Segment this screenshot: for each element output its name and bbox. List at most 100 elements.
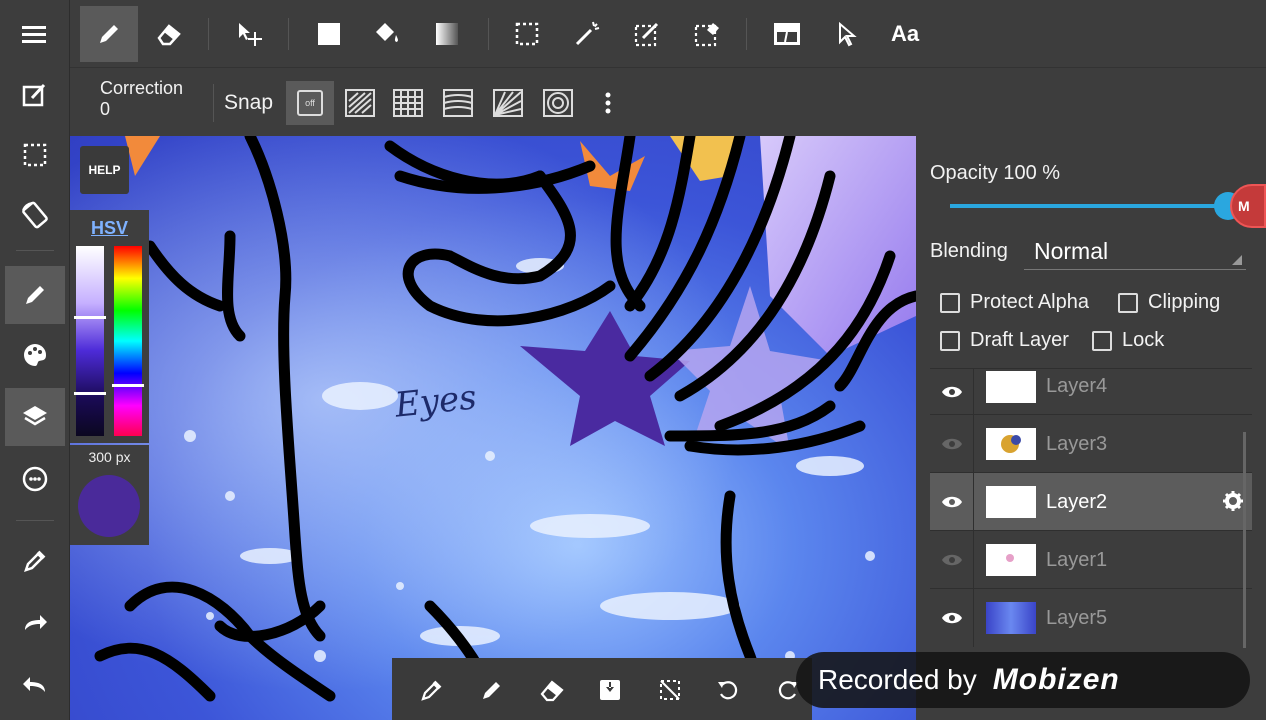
color-picker-panel: HSV [70,210,149,443]
redo-icon[interactable] [5,594,65,652]
layer-thumbnail [986,371,1036,403]
hue-slider[interactable] [114,246,142,436]
eyedropper-icon[interactable] [5,532,65,590]
help-label: HELP [88,163,121,177]
snap-off-button[interactable]: off [286,81,334,125]
eye-icon[interactable] [930,473,974,531]
lock-label: Lock [1122,329,1165,351]
lock-checkbox[interactable]: Lock [1092,329,1164,352]
blending-label: Blending [930,240,1008,262]
hsv-tab[interactable]: HSV [91,218,128,239]
layer-name: Layer5 [1046,607,1108,629]
undo-icon[interactable] [5,656,65,714]
snap-label: Snap [224,91,274,114]
brush-size-label: 300 px [88,449,131,465]
layer-row[interactable]: Layer3 [930,414,1252,473]
value-slider-handle[interactable] [74,392,106,395]
layer-thumbnail [986,428,1036,460]
edit-canvas-icon[interactable] [5,66,65,124]
select-pen-tool-icon[interactable] [618,6,676,62]
correction-label: Correction [100,78,184,98]
eraser-tool-icon[interactable] [140,6,198,62]
layer-name: Layer4 [1046,375,1108,397]
menu-icon[interactable] [5,6,65,64]
mobizen-record-badge[interactable]: M [1230,184,1266,228]
drawing-canvas[interactable]: Eyes [70,136,916,720]
layers-icon[interactable] [5,388,65,446]
layer-panel: Opacity 100 % Blending Normal Protect Al… [916,136,1266,720]
deselect-icon[interactable] [648,668,692,712]
more-options-icon[interactable] [584,81,632,125]
top-toolbar: Aa [70,0,1266,68]
recording-watermark: Recorded by Mobizen [796,652,1250,708]
layers-list: Layer4 Layer3 Layer2 Layer1 Layer5 [930,368,1252,647]
brush-panel-icon[interactable] [5,266,65,324]
bucket-tool-icon[interactable] [358,6,416,62]
protect-alpha-label: Protect Alpha [970,291,1089,313]
gear-icon[interactable] [1222,490,1244,517]
snap-circle-icon[interactable] [534,81,582,125]
blending-mode-value: Normal [1034,238,1109,264]
brush-color-swatch[interactable] [78,475,140,537]
layer-row[interactable]: Layer4 [930,368,1252,415]
eye-icon[interactable] [930,589,974,647]
selection-icon[interactable] [5,126,65,184]
palette-icon[interactable] [5,326,65,384]
layer-row[interactable]: Layer1 [930,530,1252,589]
rotate-left-icon[interactable] [706,668,750,712]
text-tool-label: Aa [890,21,920,46]
eye-icon[interactable] [930,415,974,473]
select-rect-tool-icon[interactable] [498,6,556,62]
layer-thumbnail [986,602,1036,634]
rotate-canvas-icon[interactable] [5,186,65,244]
eraser-icon[interactable] [530,668,574,712]
layer-name: Layer1 [1046,549,1108,571]
layer-row[interactable]: Layer2 [930,472,1252,531]
pen-icon[interactable] [470,668,514,712]
layer-name: Layer2 [1046,491,1108,513]
draft-layer-checkbox[interactable]: Draft Layer [940,329,1069,352]
correction-value: 0 [100,99,111,119]
brush-preview-panel: 300 px [70,445,149,545]
clipping-label: Clipping [1148,291,1221,313]
snap-off-label: off [297,90,323,116]
select-eraser-tool-icon[interactable] [678,6,736,62]
app-root: Aa Correction 0 Snap off Eyes HELP HSV 3… [0,0,1266,720]
sv-slider-handle[interactable] [74,316,106,319]
eye-icon[interactable] [930,531,974,589]
layer-name: Layer3 [1046,433,1108,455]
snap-parallel-icon[interactable] [336,81,384,125]
layers-scrollbar[interactable] [1243,432,1246,648]
saturation-value-slider[interactable] [76,246,104,436]
eye-icon[interactable] [930,369,974,415]
quick-toolbar [392,658,812,720]
opacity-label: Opacity 100 % [930,162,1061,184]
text-tool-icon[interactable]: Aa [876,6,934,62]
protect-alpha-checkbox[interactable]: Protect Alpha [940,291,1089,314]
eyedropper-icon[interactable] [410,668,454,712]
blending-mode-select[interactable]: Normal [1024,234,1246,270]
snap-radial-icon[interactable] [484,81,532,125]
frame-divider-tool-icon[interactable] [758,6,816,62]
move-tool-icon[interactable] [220,6,278,62]
recorded-by-label: Recorded by [818,664,977,695]
snap-curve-icon[interactable] [434,81,482,125]
artwork: Eyes [70,136,916,720]
snap-grid-icon[interactable] [384,81,432,125]
gradient-tool-icon[interactable] [418,6,476,62]
hue-slider-handle[interactable] [112,384,144,387]
fill-rect-tool-icon[interactable] [300,6,358,62]
correction-setting[interactable]: Correction 0 [100,78,183,120]
layer-thumbnail [986,544,1036,576]
help-button[interactable]: HELP [80,146,129,194]
opacity-slider[interactable] [950,204,1228,208]
layer-thumbnail [986,486,1036,518]
layer-row[interactable]: Layer5 [930,588,1252,647]
save-to-gallery-icon[interactable] [588,668,632,712]
mobizen-logo: Mobizen [992,663,1120,696]
operation-tool-icon[interactable] [818,6,876,62]
magic-wand-tool-icon[interactable] [558,6,616,62]
material-icon[interactable] [5,450,65,508]
clipping-checkbox[interactable]: Clipping [1118,291,1220,314]
pen-tool-icon[interactable] [80,6,138,62]
